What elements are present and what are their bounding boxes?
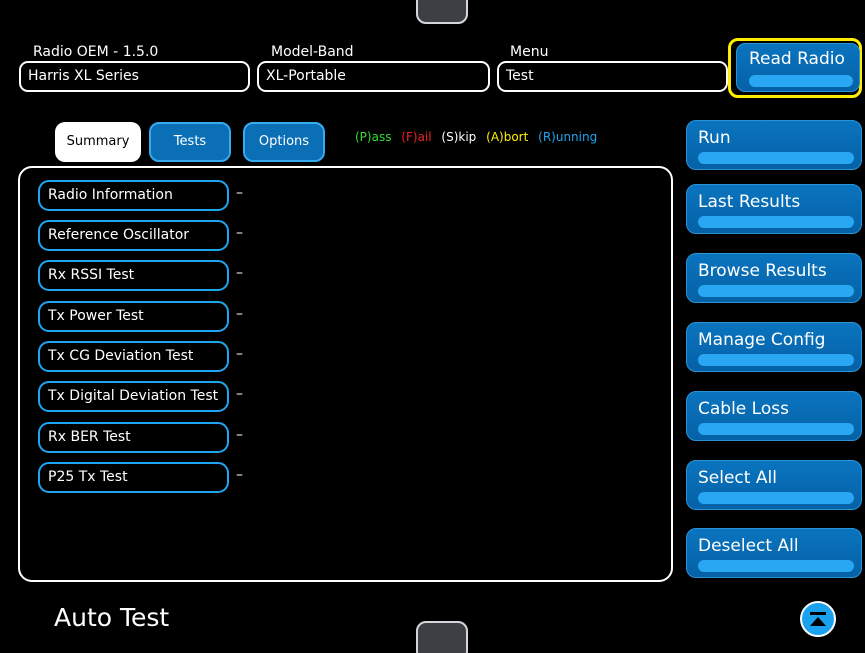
summary-panel: Radio Information – Reference Oscillator… xyxy=(18,166,673,582)
deselect-all-button[interactable]: Deselect All xyxy=(686,528,862,578)
button-bar xyxy=(749,75,853,87)
radio-oem-field[interactable]: Harris XL Series xyxy=(19,61,250,92)
browse-results-button[interactable]: Browse Results xyxy=(686,253,862,303)
test-result: – xyxy=(236,346,243,362)
chevron-up-circle-icon[interactable] xyxy=(800,601,836,637)
top-drawer-handle[interactable] xyxy=(416,0,468,24)
legend-pass: (P)ass xyxy=(355,130,392,144)
select-all-label: Select All xyxy=(698,468,777,488)
manage-config-button[interactable]: Manage Config xyxy=(686,322,862,372)
read-radio-button[interactable]: Read Radio xyxy=(736,43,860,92)
test-p25-tx-button[interactable]: P25 Tx Test xyxy=(38,462,229,493)
legend-fail: (F)ail xyxy=(401,130,432,144)
manage-config-label: Manage Config xyxy=(698,330,826,350)
bottom-drawer-handle[interactable] xyxy=(416,621,468,653)
last-results-label: Last Results xyxy=(698,192,801,212)
last-results-button[interactable]: Last Results xyxy=(686,184,862,234)
model-band-label: Model-Band xyxy=(271,44,354,60)
test-result: – xyxy=(236,265,243,281)
button-bar xyxy=(698,285,854,297)
menu-field[interactable]: Test xyxy=(497,61,728,92)
test-tx-digital-deviation-button[interactable]: Tx Digital Deviation Test xyxy=(38,381,229,412)
test-tx-cg-deviation-button[interactable]: Tx CG Deviation Test xyxy=(38,341,229,372)
tab-tests[interactable]: Tests xyxy=(149,122,231,162)
cable-loss-button[interactable]: Cable Loss xyxy=(686,391,862,441)
test-tx-power-button[interactable]: Tx Power Test xyxy=(38,301,229,332)
test-rx-ber-button[interactable]: Rx BER Test xyxy=(38,422,229,453)
browse-results-label: Browse Results xyxy=(698,261,827,281)
radio-oem-label: Radio OEM - 1.5.0 xyxy=(33,44,159,60)
test-result: – xyxy=(236,306,243,322)
legend-running: (R)unning xyxy=(538,130,598,144)
test-result: – xyxy=(236,225,243,241)
deselect-all-label: Deselect All xyxy=(698,536,799,556)
tab-summary[interactable]: Summary xyxy=(55,122,141,162)
run-button[interactable]: Run xyxy=(686,120,862,170)
button-bar xyxy=(698,152,854,164)
select-all-button[interactable]: Select All xyxy=(686,460,862,510)
read-radio-label: Read Radio xyxy=(749,49,845,69)
test-result: – xyxy=(236,467,243,483)
test-rx-rssi-button[interactable]: Rx RSSI Test xyxy=(38,260,229,291)
test-result: – xyxy=(236,185,243,201)
screen-title: Auto Test xyxy=(54,603,170,632)
legend-abort: (A)bort xyxy=(486,130,529,144)
menu-label: Menu xyxy=(510,44,549,60)
button-bar xyxy=(698,354,854,366)
run-label: Run xyxy=(698,128,731,148)
button-bar xyxy=(698,492,854,504)
model-band-field[interactable]: XL-Portable xyxy=(257,61,490,92)
legend-skip: (S)kip xyxy=(441,130,477,144)
test-radio-information-button[interactable]: Radio Information xyxy=(38,180,229,211)
button-bar xyxy=(698,560,854,572)
auto-test-screen: Radio OEM - 1.5.0 Harris XL Series Model… xyxy=(0,0,865,653)
tab-options[interactable]: Options xyxy=(243,122,325,162)
cable-loss-label: Cable Loss xyxy=(698,399,789,419)
button-bar xyxy=(698,216,854,228)
test-reference-oscillator-button[interactable]: Reference Oscillator xyxy=(38,220,229,251)
status-legend: (P)ass (F)ail (S)kip (A)bort (R)unning xyxy=(355,130,603,144)
button-bar xyxy=(698,423,854,435)
test-result: – xyxy=(236,427,243,443)
test-result: – xyxy=(236,386,243,402)
